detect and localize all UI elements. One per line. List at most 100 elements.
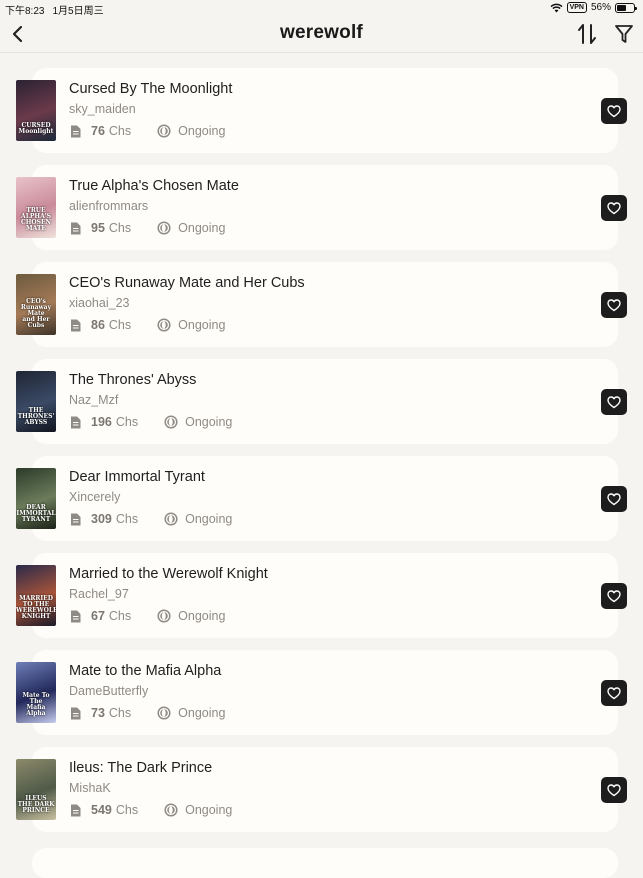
book-title[interactable]: True Alpha's Chosen Mate [69, 178, 239, 194]
book-title[interactable]: CEO's Runaway Mate and Her Cubs [69, 275, 305, 291]
cover-title-text: TRUE ALPHA'S CHOSEN MATE [20, 207, 52, 232]
book-cover-image[interactable]: ILEUS THE DARK PRINCE [16, 759, 56, 820]
filter-icon[interactable] [613, 23, 635, 45]
book-list-item: MARRIED TO THE WEREWOLF KNIGHT Married t… [0, 553, 643, 650]
cover-title-text: MARRIED TO THE WEREWOLF KNIGHT [16, 595, 56, 620]
chapters-suffix: Chs [108, 609, 132, 623]
book-meta: 549 Chs Ongoing [70, 803, 232, 817]
favorite-button[interactable] [601, 486, 627, 512]
chapter-count: 76 [91, 124, 105, 138]
ongoing-status-icon [157, 609, 171, 623]
book-author: xiaohai_23 [69, 296, 130, 310]
document-icon [71, 319, 81, 331]
book-list-item: ILEUS THE DARK PRINCE Ileus: The Dark Pr… [0, 747, 643, 844]
book-author: sky_maiden [69, 102, 136, 116]
book-cover-image[interactable]: TRUE ALPHA'S CHOSEN MATE [16, 177, 56, 238]
status-right: VPN 56% [550, 2, 637, 13]
favorite-button[interactable] [601, 98, 627, 124]
nav-bar: werewolf [0, 16, 643, 53]
status-date: 1月5日周三 [52, 6, 104, 17]
book-author: alienfrommars [69, 199, 149, 213]
favorite-button[interactable] [601, 583, 627, 609]
favorite-button[interactable] [601, 292, 627, 318]
book-list-item: DEAR IMMORTAL TYRANT Dear Immortal Tyran… [0, 456, 643, 553]
book-list-item: THE THRONES' ABYSS The Thrones' Abyss Na… [0, 359, 643, 456]
favorite-button[interactable] [601, 389, 627, 415]
book-status: Ongoing [185, 512, 233, 526]
book-cover-image[interactable]: Mate To The Mafia Alpha [16, 662, 56, 723]
chapter-count: 309 [91, 512, 112, 526]
book-status: Ongoing [178, 609, 226, 623]
book-meta: 196 Chs Ongoing [70, 415, 232, 429]
book-status: Ongoing [178, 318, 226, 332]
book-cover-image[interactable]: CURSED Moonlight [16, 80, 56, 141]
heart-icon [607, 783, 621, 796]
partial-book-card[interactable] [32, 848, 618, 878]
chapters-suffix: Chs [108, 124, 132, 138]
heart-icon [607, 395, 621, 408]
book-cover-image[interactable]: THE THRONES' ABYSS [16, 371, 56, 432]
chapter-count: 86 [91, 318, 105, 332]
ongoing-status-icon [157, 706, 171, 720]
cover-title-text: CEO's Runaway Mate and Her Cubs [20, 298, 52, 329]
favorite-button[interactable] [601, 195, 627, 221]
book-title[interactable]: Dear Immortal Tyrant [69, 469, 205, 485]
sort-arrows-icon[interactable] [576, 22, 598, 46]
favorite-button[interactable] [601, 680, 627, 706]
book-meta: 86 Chs Ongoing [70, 318, 225, 332]
ongoing-status-icon [157, 124, 171, 138]
book-meta: 73 Chs Ongoing [70, 706, 225, 720]
ongoing-status-icon [164, 803, 178, 817]
book-meta: 309 Chs Ongoing [70, 512, 232, 526]
book-title[interactable]: Ileus: The Dark Prince [69, 760, 212, 776]
document-icon [71, 125, 81, 137]
heart-icon [607, 686, 621, 699]
book-status: Ongoing [178, 221, 226, 235]
status-left: 下午8:23 1月5日周三 [5, 2, 104, 17]
book-author: Xincerely [69, 490, 121, 504]
chapter-count: 67 [91, 609, 105, 623]
book-list-item: Mate To The Mafia Alpha Mate to the Mafi… [0, 650, 643, 747]
heart-icon [607, 492, 621, 505]
cover-title-text: ILEUS THE DARK PRINCE [17, 795, 55, 814]
status-time: 下午8:23 [5, 6, 45, 17]
book-list-item: TRUE ALPHA'S CHOSEN MATE True Alpha's Ch… [0, 165, 643, 262]
status-bar: 下午8:23 1月5日周三 VPN 56% [0, 0, 643, 17]
document-icon [71, 416, 81, 428]
battery-icon [615, 2, 637, 13]
book-author: MishaK [69, 781, 111, 795]
book-list-item: CEO's Runaway Mate and Her Cubs CEO's Ru… [0, 262, 643, 359]
ongoing-status-icon [157, 221, 171, 235]
chapters-suffix: Chs [108, 706, 132, 720]
book-cover-image[interactable]: CEO's Runaway Mate and Her Cubs [16, 274, 56, 335]
book-author: Rachel_97 [69, 587, 129, 601]
book-cover-image[interactable]: MARRIED TO THE WEREWOLF KNIGHT [16, 565, 56, 626]
wifi-icon [550, 3, 563, 12]
document-icon [71, 707, 81, 719]
battery-percent: 56% [590, 2, 611, 13]
book-author: Naz_Mzf [69, 393, 119, 407]
book-status: Ongoing [185, 415, 233, 429]
book-title[interactable]: Married to the Werewolf Knight [69, 566, 268, 582]
cover-title-text: CURSED Moonlight [18, 122, 54, 135]
book-title[interactable]: Mate to the Mafia Alpha [69, 663, 221, 679]
cover-title-text: THE THRONES' ABYSS [17, 407, 55, 426]
book-title[interactable]: Cursed By The Moonlight [69, 81, 232, 97]
battery-level [617, 4, 626, 11]
book-title[interactable]: The Thrones' Abyss [69, 372, 196, 388]
chapter-count: 95 [91, 221, 105, 235]
document-icon [71, 610, 81, 622]
book-status: Ongoing [178, 706, 226, 720]
book-status: Ongoing [178, 124, 226, 138]
chapters-suffix: Chs [115, 803, 139, 817]
heart-icon [607, 298, 621, 311]
book-meta: 95 Chs Ongoing [70, 221, 225, 235]
page-title: werewolf [280, 22, 363, 43]
book-list-item: CURSED Moonlight Cursed By The Moonlight… [0, 68, 643, 165]
ongoing-status-icon [164, 415, 178, 429]
chapters-suffix: Chs [115, 415, 139, 429]
book-cover-image[interactable]: DEAR IMMORTAL TYRANT [16, 468, 56, 529]
favorite-button[interactable] [601, 777, 627, 803]
heart-icon [607, 104, 621, 117]
book-meta: 67 Chs Ongoing [70, 609, 225, 623]
